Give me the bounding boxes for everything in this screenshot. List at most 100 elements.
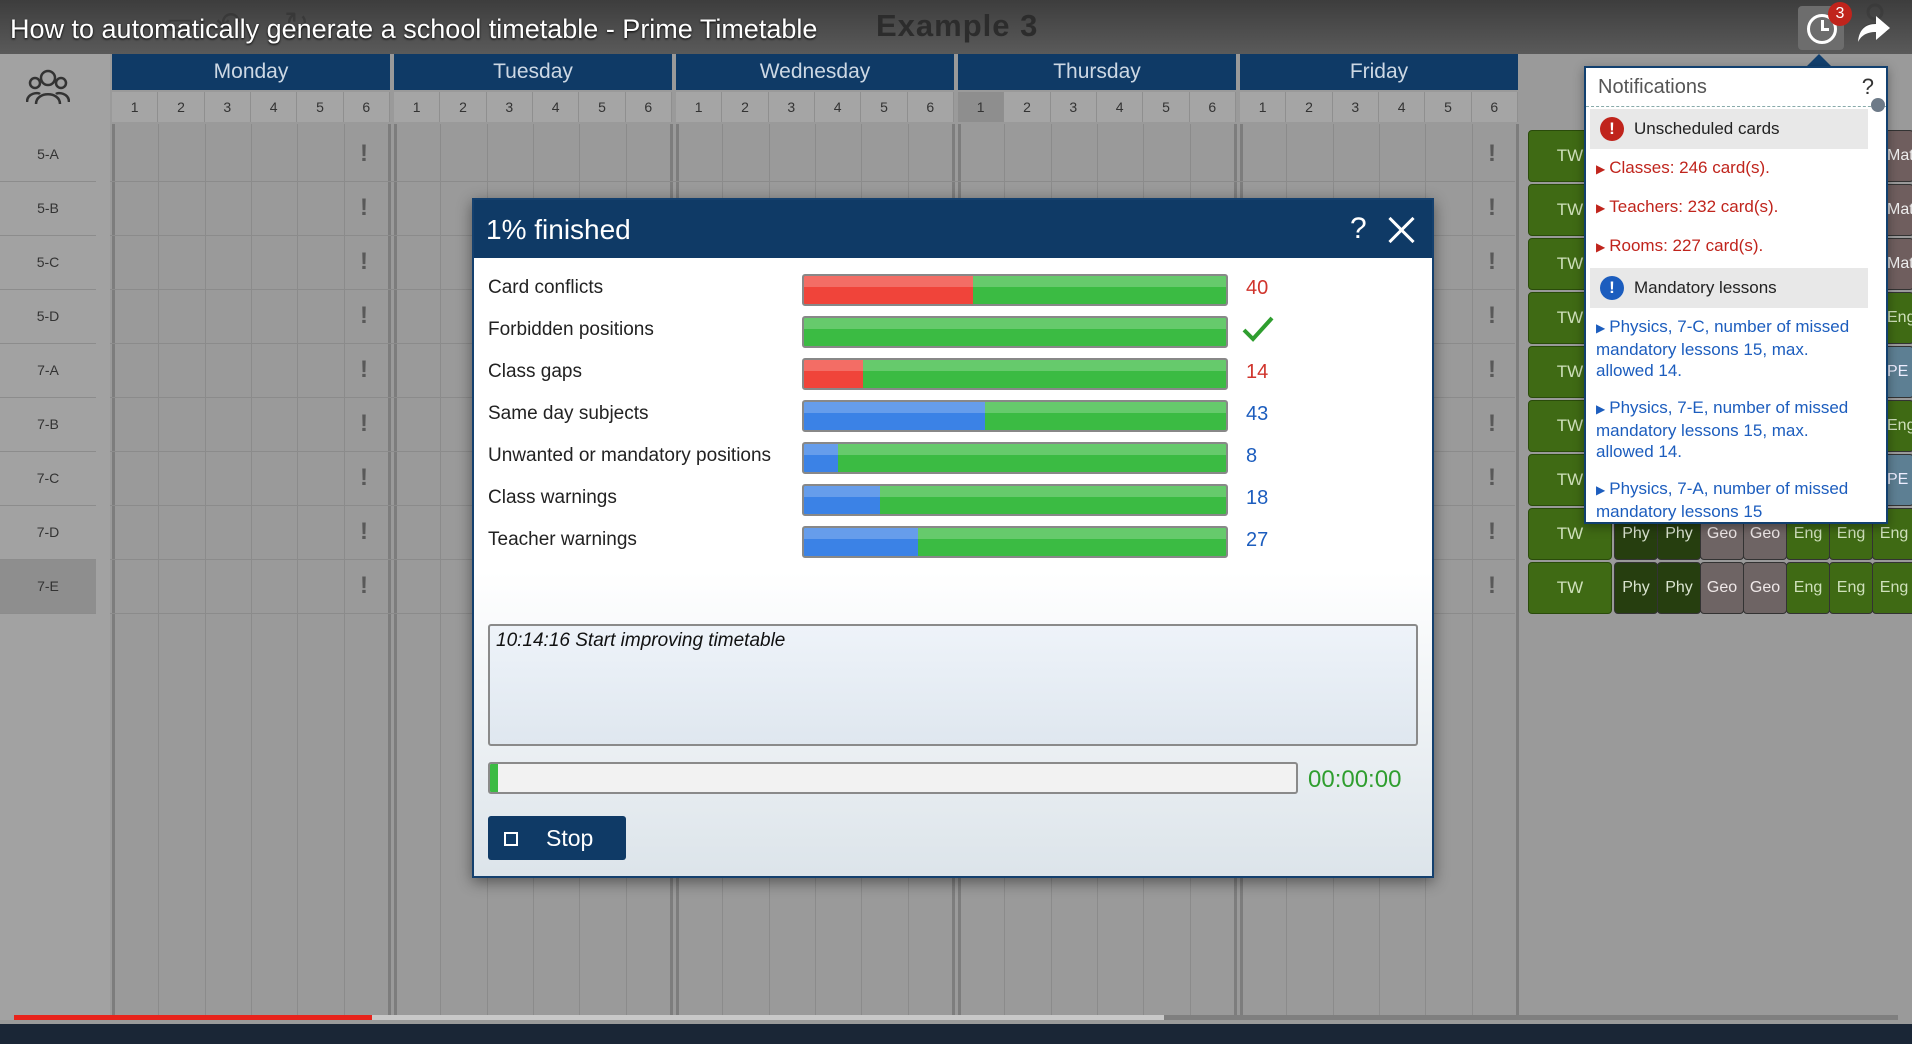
day-header-monday[interactable]: Monday (112, 54, 390, 90)
period-number[interactable]: 4 (1379, 92, 1426, 122)
unscheduled-marker-icon[interactable]: ! (1486, 302, 1498, 330)
unscheduled-marker-icon[interactable]: ! (358, 194, 370, 222)
period-number[interactable]: 3 (769, 92, 815, 122)
video-progress-bar[interactable] (14, 1015, 1898, 1020)
lesson-card[interactable]: Mat (1884, 238, 1912, 290)
period-number[interactable]: 2 (440, 92, 487, 122)
period-number[interactable]: 5 (297, 92, 344, 122)
unscheduled-marker-icon[interactable]: ! (1486, 140, 1498, 168)
period-number[interactable]: 2 (158, 92, 205, 122)
lesson-card[interactable]: Eng (1884, 292, 1912, 344)
period-number[interactable]: 6 (1190, 92, 1236, 122)
day-header-thursday[interactable]: Thursday (958, 54, 1236, 90)
notification-section[interactable]: ! Mandatory lessons (1590, 268, 1868, 308)
dialog-help-button[interactable]: ? (1350, 212, 1367, 246)
period-number[interactable]: 4 (815, 92, 862, 122)
unscheduled-marker-icon[interactable]: ! (1486, 464, 1498, 492)
period-number[interactable]: 4 (1097, 92, 1144, 122)
period-number[interactable]: 3 (487, 92, 533, 122)
class-label[interactable]: 5-B (0, 182, 96, 236)
notification-item[interactable]: ▶ Teachers: 232 card(s). (1586, 188, 1886, 227)
video-title[interactable]: How to automatically generate a school t… (10, 14, 817, 45)
lesson-card[interactable]: Eng (1884, 400, 1912, 452)
notifications-scrollbar[interactable] (1871, 98, 1885, 518)
period-number[interactable]: 1 (112, 92, 159, 122)
lesson-card[interactable]: Phy (1614, 562, 1658, 614)
period-number[interactable]: 3 (205, 92, 251, 122)
period-number[interactable]: 4 (533, 92, 580, 122)
unscheduled-marker-icon[interactable]: ! (358, 140, 370, 168)
period-number[interactable]: 3 (1051, 92, 1097, 122)
lesson-card[interactable]: Mat (1884, 130, 1912, 182)
class-label[interactable]: 5-D (0, 290, 96, 344)
class-label[interactable]: 7-D (0, 506, 96, 560)
unscheduled-marker-icon[interactable]: ! (1486, 518, 1498, 546)
grid-line (297, 124, 299, 1020)
period-number[interactable]: 5 (861, 92, 908, 122)
day-header-friday[interactable]: Friday (1240, 54, 1518, 90)
stop-button[interactable]: Stop (488, 816, 626, 860)
class-label[interactable]: 7-B (0, 398, 96, 452)
notifications-help-button[interactable]: ? (1862, 74, 1874, 100)
period-number[interactable]: 2 (1286, 92, 1333, 122)
class-teacher-card[interactable]: TW (1528, 562, 1612, 614)
unscheduled-marker-icon[interactable]: ! (358, 518, 370, 546)
notification-item[interactable]: ▶ Classes: 246 card(s). (1586, 149, 1886, 188)
day-header-tuesday[interactable]: Tuesday (394, 54, 672, 90)
notification-item[interactable]: ▶ Physics, 7-C, number of missed mandator… (1586, 308, 1886, 389)
period-number[interactable]: 6 (626, 92, 672, 122)
unscheduled-marker-icon[interactable]: ! (1486, 248, 1498, 276)
notification-item[interactable]: ▶ Physics, 7-A, number of missed mandator… (1586, 470, 1886, 522)
unscheduled-marker-icon[interactable]: ! (358, 410, 370, 438)
classes-group-icon[interactable] (26, 66, 70, 106)
class-label[interactable]: 5-C (0, 236, 96, 290)
unscheduled-marker-icon[interactable]: ! (358, 572, 370, 600)
class-label[interactable]: 7-C (0, 452, 96, 506)
unscheduled-marker-icon[interactable]: ! (358, 248, 370, 276)
class-label[interactable]: 7-E (0, 560, 96, 614)
unscheduled-marker-icon[interactable]: ! (358, 356, 370, 384)
period-number[interactable]: 6 (1472, 92, 1518, 122)
metric-bar-fill (804, 360, 864, 388)
notification-item[interactable]: ▶ Physics, 7-E, number of missed mandator… (1586, 389, 1886, 470)
period-number[interactable]: 6 (344, 92, 390, 122)
notification-section[interactable]: ! Unscheduled cards (1590, 109, 1868, 149)
unscheduled-marker-icon[interactable]: ! (1486, 572, 1498, 600)
notification-item[interactable]: ▶ Rooms: 227 card(s). (1586, 227, 1886, 266)
period-number[interactable]: 4 (251, 92, 298, 122)
close-icon[interactable] (1386, 216, 1416, 246)
lesson-card[interactable]: PE (1884, 346, 1912, 398)
unscheduled-marker-icon[interactable]: ! (358, 464, 370, 492)
period-number[interactable]: 1 (394, 92, 441, 122)
unscheduled-marker-icon[interactable]: ! (358, 302, 370, 330)
period-number[interactable]: 6 (908, 92, 954, 122)
share-icon[interactable] (1856, 12, 1892, 44)
class-label[interactable]: 5-A (0, 128, 96, 182)
period-number[interactable]: 2 (1004, 92, 1051, 122)
period-number[interactable]: 5 (579, 92, 626, 122)
lesson-card[interactable]: Phy (1657, 562, 1701, 614)
lesson-card[interactable]: Eng (1829, 562, 1873, 614)
lesson-card[interactable]: Geo (1700, 562, 1744, 614)
lesson-card[interactable]: Eng (1872, 562, 1912, 614)
period-number[interactable]: 5 (1425, 92, 1472, 122)
period-number[interactable]: 1 (958, 92, 1005, 122)
unscheduled-marker-icon[interactable]: ! (1486, 194, 1498, 222)
notifications-button[interactable]: 3 (1798, 2, 1852, 50)
class-label[interactable]: 7-A (0, 344, 96, 398)
period-number[interactable]: 1 (676, 92, 723, 122)
day-header-wednesday[interactable]: Wednesday (676, 54, 954, 90)
lesson-card[interactable]: Eng (1786, 562, 1830, 614)
unscheduled-marker-icon[interactable]: ! (1486, 356, 1498, 384)
lesson-card[interactable]: PE (1884, 454, 1912, 506)
period-number[interactable]: 2 (722, 92, 769, 122)
unscheduled-marker-icon[interactable]: ! (1486, 410, 1498, 438)
period-number[interactable]: 1 (1240, 92, 1287, 122)
scroll-thumb[interactable] (1871, 98, 1885, 112)
period-number[interactable]: 5 (1143, 92, 1190, 122)
log-box[interactable]: 10:14:16 Start improving timetable (488, 624, 1418, 746)
stop-icon (504, 832, 518, 846)
lesson-card[interactable]: Geo (1743, 562, 1787, 614)
period-number[interactable]: 3 (1333, 92, 1379, 122)
lesson-card[interactable]: Mat (1884, 184, 1912, 236)
